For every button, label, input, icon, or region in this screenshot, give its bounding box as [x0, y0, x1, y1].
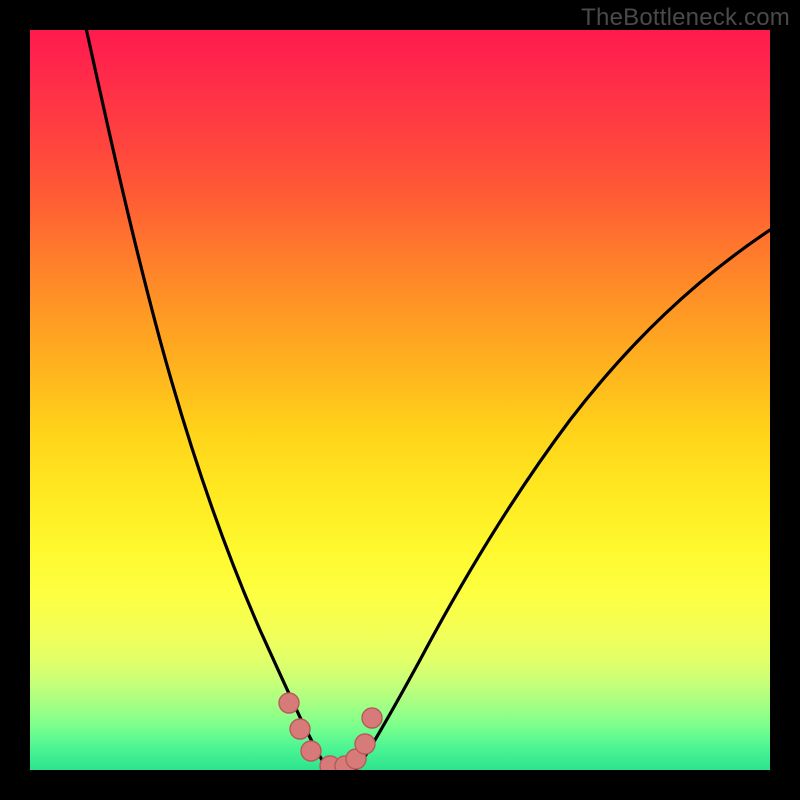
marker-dot — [362, 708, 382, 728]
outer-frame: TheBottleneck.com — [0, 0, 800, 800]
marker-dot — [290, 719, 310, 739]
curve-layer — [30, 30, 770, 770]
marker-dot — [279, 693, 299, 713]
curve-left-branch — [82, 30, 330, 770]
curve-right-branch — [356, 230, 770, 770]
marker-dot — [355, 734, 375, 754]
watermark-text: TheBottleneck.com — [581, 4, 790, 32]
plot-area — [30, 30, 770, 770]
marker-dot — [301, 741, 321, 761]
trough-markers — [279, 693, 382, 770]
